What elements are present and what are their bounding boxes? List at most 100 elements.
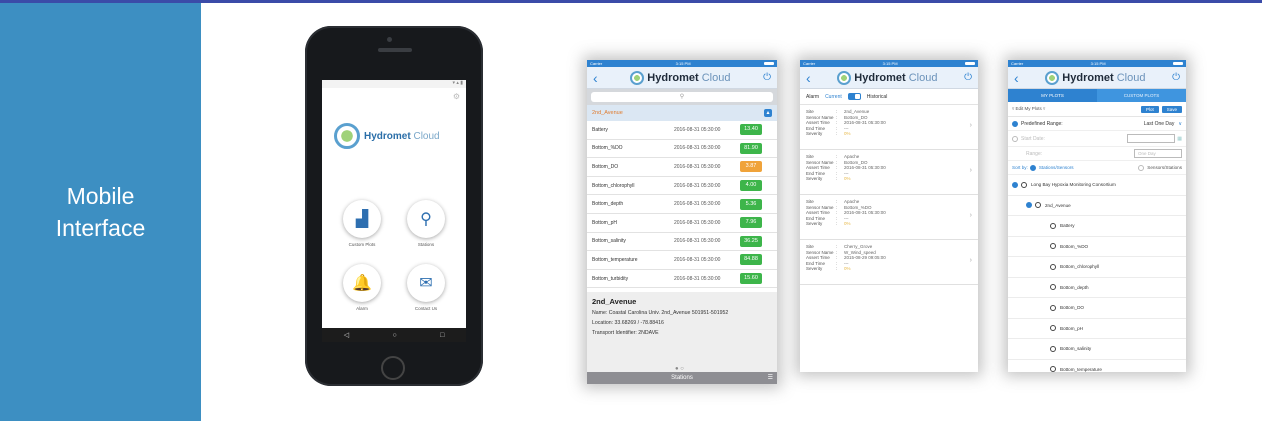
sensor-row[interactable]: Bottom_temperature 2016-08-31 05:30:00 84.…	[587, 251, 777, 270]
current-historical-switch[interactable]	[847, 93, 861, 100]
sensor-row[interactable]: Bottom_depth 2016-08-31 05:30:00 5.36	[587, 195, 777, 214]
edit-my-plots-dropdown[interactable]: ▿ Edit My Plots ▿	[1012, 106, 1138, 112]
chevron-right-icon: ›	[969, 257, 972, 264]
tree-sensor[interactable]: Bottom_pH	[1008, 319, 1186, 339]
radio-icon[interactable]	[1050, 222, 1056, 229]
tree-sensor[interactable]: Battery	[1008, 216, 1186, 237]
check-icon[interactable]	[1012, 120, 1018, 127]
radio-icon[interactable]	[1021, 181, 1027, 188]
radio-icon[interactable]	[1012, 135, 1018, 142]
sensor-time: 2016-08-31 05:30:00	[674, 201, 721, 208]
tree-root[interactable]: Long Bay Hypoxia Monitoring Consortium	[1008, 175, 1186, 196]
radio-icon[interactable]	[1050, 304, 1056, 311]
alarm-list: Site:2nd_Avenue Sensor Name: Bottom_DO Asse…	[800, 105, 978, 285]
historical-label[interactable]: Historical	[867, 94, 888, 100]
stations-tile[interactable]: ⚲ Stations	[402, 200, 450, 247]
search-bar[interactable]: ⚲	[587, 89, 777, 105]
alarm-label: Alarm	[806, 93, 820, 100]
sensor-name: Battery	[592, 126, 608, 133]
tree-sensor[interactable]: Bottom_chlorophyll	[1008, 257, 1186, 278]
back-chevron-icon[interactable]: ‹	[806, 71, 811, 85]
sensor-row[interactable]: Bottom_%DO 2016-08-31 05:30:00 81.90	[587, 140, 777, 159]
sensor-row[interactable]: Bottom_DO 2016-08-31 05:30:00 3.87	[587, 158, 777, 177]
alarm-item[interactable]: Site: Cherry_Grove Sensor Name: W_Wind_spee…	[800, 240, 978, 285]
status-bar: Carrier 3:15 PM	[1008, 60, 1186, 67]
sensor-time: 2016-08-31 05:30:00	[674, 275, 721, 282]
radio-icon[interactable]	[1050, 243, 1056, 250]
sensor-row[interactable]: Battery 2016-08-31 05:30:00 13.40	[587, 121, 777, 140]
alarm-item[interactable]: Site: Apache Sensor Name: Bottom_DO Assert T…	[800, 150, 978, 195]
home-nav-icon[interactable]: ○	[392, 332, 396, 339]
logo-globe-icon	[630, 70, 645, 85]
sensor-value-badge: 13.40	[740, 124, 762, 136]
radio-icon[interactable]	[1050, 345, 1056, 352]
phone-mockup: ▾ ▴ ▮ ⚙ Hydromet Cloud ▟ Custom Plots ⚲ …	[305, 26, 483, 386]
tree-sensor[interactable]: Bottom_DO	[1008, 298, 1186, 319]
back-nav-icon[interactable]: ◁	[344, 331, 349, 339]
alarm-item[interactable]: Site: Apache Sensor Name: Bottom_%DO Assert …	[800, 195, 978, 240]
sort-stations-sensors[interactable]: Stations/Sensors	[1039, 165, 1138, 170]
sensor-value-badge: 84.88	[740, 254, 762, 266]
back-chevron-icon[interactable]: ‹	[1014, 71, 1019, 85]
alarm-field-label: Severity	[806, 221, 823, 227]
calendar-icon[interactable]: ▦	[1177, 136, 1182, 142]
tab-stations[interactable]: Stations	[671, 375, 693, 381]
alarm-field-label: Severity	[806, 131, 823, 137]
power-icon[interactable]: ⏻	[964, 72, 972, 83]
contact-us-tile[interactable]: ✉ Contact Us	[402, 264, 450, 311]
sensor-value-badge: 4.00	[740, 180, 762, 192]
sensor-row[interactable]: Bottom_chlorophyll 2016-08-31 05:30:00 4.0…	[587, 177, 777, 196]
back-chevron-icon[interactable]: ‹	[593, 71, 598, 85]
alarm-item[interactable]: Site:2nd_Avenue Sensor Name: Bottom_DO Asse…	[800, 105, 978, 150]
battery-icon	[1172, 62, 1183, 65]
field-separator: :	[836, 131, 838, 137]
logo-bold: Hydromet	[854, 71, 906, 84]
tab-my-plots[interactable]: MY PLOTS	[1008, 89, 1097, 102]
home-button[interactable]	[381, 356, 405, 380]
predefined-range-select[interactable]: Last One Day	[1144, 121, 1175, 127]
tree-sensor[interactable]: Bottom_%DO	[1008, 237, 1186, 257]
save-button[interactable]: Save	[1161, 105, 1182, 113]
stations-screen: Carrier 3:15 PM ‹ Hydromet Cloud ⏻ ⚲ 2nd…	[587, 60, 777, 384]
alarm-tile[interactable]: 🔔 Alarm	[338, 264, 386, 311]
tree-sensor[interactable]: Bottom_depth	[1008, 278, 1186, 298]
carrier-label: Carrier	[590, 61, 603, 66]
bottom-tab-bar[interactable]: Stations ☰	[587, 372, 777, 384]
check-icon[interactable]	[1029, 164, 1036, 171]
predefined-range-row[interactable]: Predefined Range: Last One Day ∨	[1008, 117, 1186, 131]
tree-station[interactable]: 2nd_Avenue	[1008, 196, 1186, 216]
radio-icon[interactable]	[1050, 284, 1056, 291]
sensor-name: Bottom_pH	[592, 219, 618, 226]
field-separator: :	[836, 266, 838, 272]
recents-nav-icon[interactable]: □	[440, 332, 444, 339]
collapse-toggle-icon[interactable]: ▴	[764, 109, 772, 117]
power-icon[interactable]: ⏻	[1172, 72, 1180, 83]
custom-plots-tile[interactable]: ▟ Custom Plots	[338, 200, 386, 247]
radio-icon[interactable]	[1050, 263, 1056, 270]
collapse-icon[interactable]	[1012, 181, 1018, 188]
tab-custom-plots[interactable]: CUSTOM PLOTS	[1097, 89, 1186, 102]
plot-button[interactable]: Plot	[1140, 105, 1159, 113]
list-icon[interactable]: ☰	[768, 372, 773, 384]
status-bar: Carrier 3:15 PM	[587, 60, 777, 67]
station-group-header[interactable]: 2nd_Avenue ▴	[587, 105, 777, 121]
current-label[interactable]: Current	[825, 94, 842, 100]
settings-gear-icon[interactable]: ⚙	[453, 92, 460, 101]
sensor-row[interactable]: Bottom_pH 2016-08-31 05:30:00 7.96	[587, 214, 777, 233]
collapse-icon[interactable]	[1026, 202, 1032, 209]
tree-sensor[interactable]: Bottom_salinity	[1008, 339, 1186, 360]
sensor-name: Bottom_salinity	[592, 238, 626, 245]
range-select[interactable]: One Day	[1134, 149, 1182, 158]
radio-icon[interactable]	[1050, 325, 1056, 332]
radio-icon[interactable]	[1138, 164, 1145, 171]
radio-icon[interactable]	[1035, 202, 1041, 209]
sensor-row[interactable]: Bottom_salinity 2016-08-31 05:30:00 36.25	[587, 233, 777, 252]
tree-sensor[interactable]: Bottom_temperature	[1008, 360, 1186, 372]
sensor-row[interactable]: Bottom_turbidity 2016-08-31 05:30:00 15.60	[587, 270, 777, 289]
start-date-input[interactable]	[1127, 134, 1176, 143]
sort-sensors-stations[interactable]: Sensors/Stations	[1147, 165, 1182, 170]
radio-icon[interactable]	[1050, 366, 1056, 372]
chevron-down-icon: ∨	[1178, 120, 1182, 127]
status-time: 3:15 PM	[882, 61, 898, 66]
power-icon[interactable]: ⏻	[763, 72, 771, 83]
